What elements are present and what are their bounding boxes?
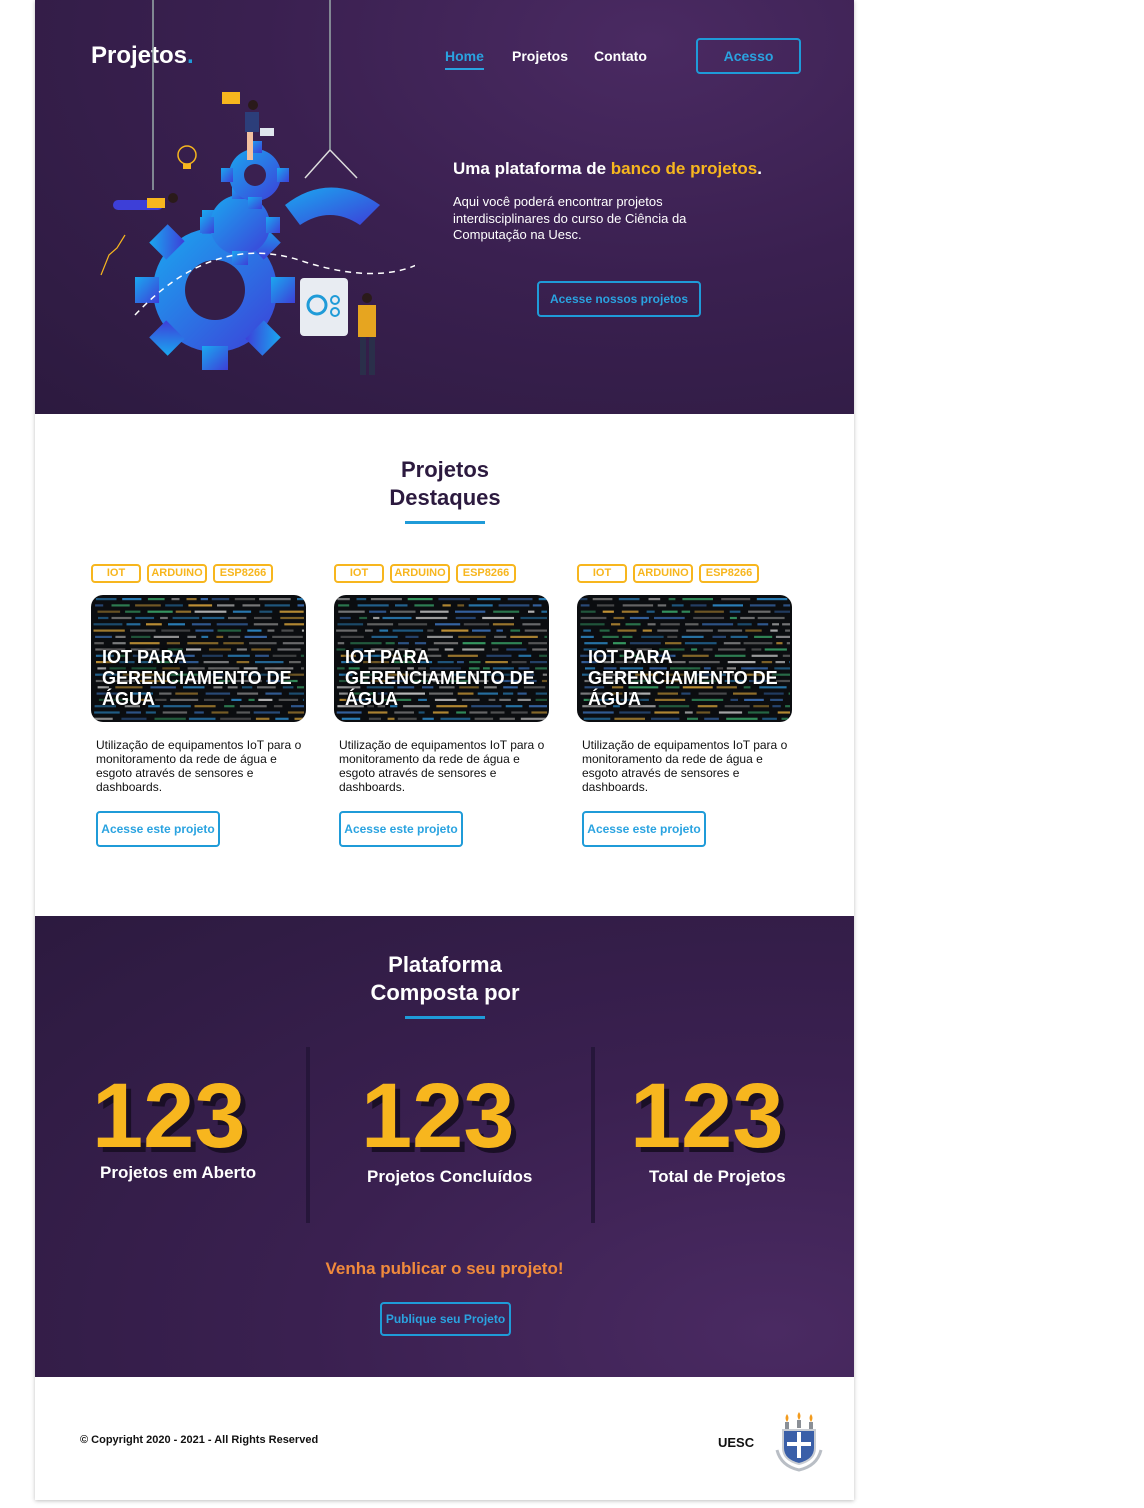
dashboard-device-icon bbox=[300, 278, 348, 336]
project-card-description: Utilização de equipamentos IoT para o mo… bbox=[582, 738, 788, 794]
tag-badge[interactable]: IOT bbox=[577, 564, 627, 583]
open-projects-label: Projetos em Aberto bbox=[100, 1163, 257, 1182]
project-card-image[interactable]: IOT PARA GERENCIAMENTO DE ÁGUA bbox=[334, 595, 549, 722]
browse-projects-button[interactable]: Acesse nossos projetos bbox=[537, 281, 701, 317]
hero-description: Aqui você poderá encontrar projetos inte… bbox=[453, 194, 687, 242]
hero-section: Projetos. Home Projetos Contato Acesso U… bbox=[35, 0, 854, 414]
tag-badge[interactable]: IOT bbox=[91, 564, 141, 583]
project-card: IOT ARDUINO ESP8266 IOT PARA GERENCIAMEN… bbox=[334, 564, 550, 847]
completed-projects-label: Projetos Concluídos bbox=[367, 1167, 533, 1186]
copyright-text: © Copyright 2020 - 2021 - All Rights Res… bbox=[80, 1434, 319, 1446]
lightbulb-icon bbox=[177, 145, 197, 169]
uesc-crest-logo[interactable] bbox=[775, 1410, 823, 1472]
project-card-title: IOT PARA GERENCIAMENTO DE ÁGUA bbox=[588, 647, 778, 709]
tag-badge[interactable]: ARDUINO bbox=[147, 564, 207, 583]
project-card-description: Utilização de equipamentos IoT para o mo… bbox=[339, 738, 545, 794]
total-projects-label: Total de Projetos bbox=[649, 1167, 786, 1186]
nav-home[interactable]: Home bbox=[445, 48, 484, 70]
open-project-button[interactable]: Acesse este projeto bbox=[339, 811, 463, 847]
open-project-button[interactable]: Acesse este projeto bbox=[582, 811, 706, 847]
tag-badge[interactable]: ARDUINO bbox=[390, 564, 450, 583]
project-card: IOT ARDUINO ESP8266 IOT PARA GERENCIAMEN… bbox=[91, 564, 307, 847]
tag-list: IOT ARDUINO ESP8266 bbox=[334, 564, 550, 583]
completed-projects-count: 123 bbox=[361, 1065, 515, 1167]
stats-divider bbox=[591, 1047, 595, 1223]
stats-section: Plataforma Composta por 123 Projetos em A… bbox=[35, 916, 854, 1377]
gears-illustration bbox=[100, 0, 415, 375]
person-flying-icon bbox=[113, 193, 178, 210]
project-card-image[interactable]: IOT PARA GERENCIAMENTO DE ÁGUA bbox=[577, 595, 792, 722]
tag-badge[interactable]: IOT bbox=[334, 564, 384, 583]
nav-contato[interactable]: Contato bbox=[594, 48, 647, 64]
tag-list: IOT ARDUINO ESP8266 bbox=[577, 564, 793, 583]
open-projects-count: 123 bbox=[92, 1065, 246, 1167]
project-card-title: IOT PARA GERENCIAMENTO DE ÁGUA bbox=[345, 647, 535, 709]
open-project-button[interactable]: Acesse este projeto bbox=[96, 811, 220, 847]
hero-title: Uma plataforma de banco de projetos. bbox=[453, 159, 762, 178]
login-button[interactable]: Acesso bbox=[696, 38, 801, 74]
project-card-description: Utilização de equipamentos IoT para o mo… bbox=[96, 738, 302, 794]
project-card-title: IOT PARA GERENCIAMENTO DE ÁGUA bbox=[102, 647, 292, 709]
tag-list: IOT ARDUINO ESP8266 bbox=[91, 564, 307, 583]
page: Projetos. Home Projetos Contato Acesso U… bbox=[35, 0, 854, 1500]
publish-cta-text: Venha publicar o seu projeto! bbox=[325, 1259, 564, 1278]
project-card: IOT ARDUINO ESP8266 IOT PARA GERENCIAMEN… bbox=[577, 564, 793, 847]
featured-section-title: Projetos Destaques bbox=[345, 456, 545, 524]
institution-name: UESC bbox=[718, 1435, 755, 1450]
total-projects-count: 123 bbox=[630, 1065, 784, 1167]
publish-project-button[interactable]: Publique seu Projeto bbox=[380, 1302, 511, 1336]
stats-section-title: Plataforma Composta por bbox=[345, 951, 545, 1019]
project-card-image[interactable]: IOT PARA GERENCIAMENTO DE ÁGUA bbox=[91, 595, 306, 722]
tag-badge[interactable]: ESP8266 bbox=[456, 564, 516, 583]
stats-divider bbox=[306, 1047, 310, 1223]
person-standing-icon bbox=[358, 293, 376, 375]
tag-badge[interactable]: ESP8266 bbox=[213, 564, 273, 583]
tag-badge[interactable]: ARDUINO bbox=[633, 564, 693, 583]
nav-projetos[interactable]: Projetos bbox=[512, 48, 568, 64]
tag-badge[interactable]: ESP8266 bbox=[699, 564, 759, 583]
chat-bubble-icon bbox=[222, 92, 240, 104]
